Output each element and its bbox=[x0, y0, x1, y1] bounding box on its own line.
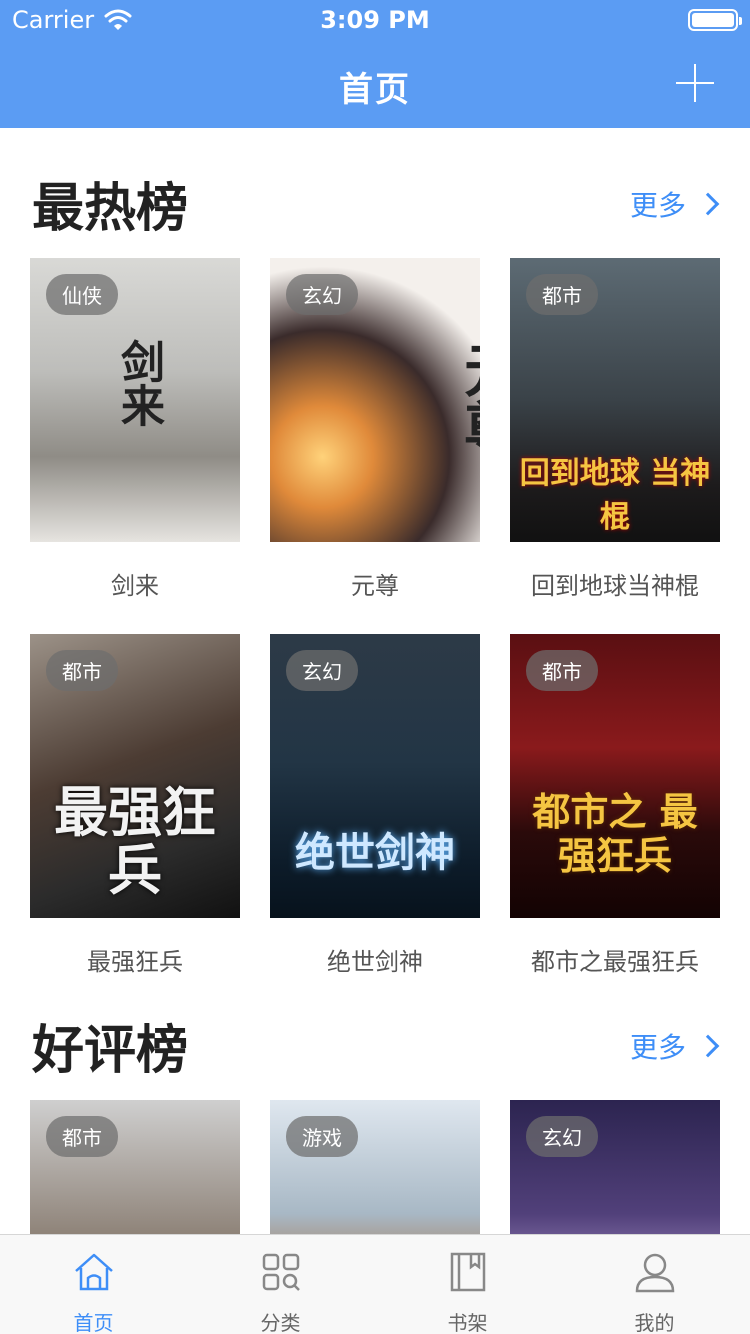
book-cover: 游戏 bbox=[270, 1100, 480, 1234]
book-card[interactable]: 回到地球 当神棍 都市 回到地球当神棍 bbox=[510, 258, 720, 601]
genre-tag: 仙侠 bbox=[46, 274, 118, 315]
navigation-bar: Carrier 3:09 PM 首页 bbox=[0, 0, 750, 128]
book-cover: 都市 bbox=[30, 1100, 240, 1234]
bookshelf-icon bbox=[450, 1252, 486, 1292]
book-card[interactable]: 元尊 玄幻 元尊 bbox=[270, 258, 480, 601]
cover-title-text: 回到地球 当神棍 bbox=[519, 456, 711, 535]
tab-profile[interactable]: 我的 bbox=[561, 1235, 748, 1334]
chevron-right-icon bbox=[696, 1034, 720, 1058]
book-title: 绝世剑神 bbox=[327, 948, 423, 976]
book-card[interactable]: 剑来 仙侠 剑来 bbox=[30, 258, 240, 601]
genre-tag: 游戏 bbox=[286, 1116, 358, 1157]
genre-tag: 玄幻 bbox=[526, 1116, 598, 1157]
genre-tag: 玄幻 bbox=[286, 274, 358, 315]
add-button[interactable] bbox=[676, 64, 714, 102]
tab-label: 书架 bbox=[447, 1311, 488, 1334]
tab-label: 首页 bbox=[73, 1311, 114, 1334]
book-title: 回到地球当神棍 bbox=[531, 572, 699, 600]
book-card[interactable]: 绝世剑神 玄幻 绝世剑神 bbox=[270, 634, 480, 977]
tab-label: 我的 bbox=[634, 1311, 675, 1334]
category-icon bbox=[262, 1253, 300, 1291]
book-cover: 剑来 仙侠 bbox=[30, 258, 240, 542]
battery-icon bbox=[688, 9, 742, 31]
genre-tag: 都市 bbox=[526, 274, 598, 315]
tab-category[interactable]: 分类 bbox=[187, 1235, 374, 1334]
book-card[interactable]: 玄幻 bbox=[510, 1100, 720, 1234]
home-icon bbox=[75, 1253, 113, 1291]
book-cover: 都市之 最强狂兵 都市 bbox=[510, 634, 720, 918]
tab-label: 分类 bbox=[260, 1311, 301, 1334]
book-cover: 回到地球 当神棍 都市 bbox=[510, 258, 720, 542]
book-card[interactable]: 游戏 bbox=[270, 1100, 480, 1234]
book-cover: 元尊 玄幻 bbox=[270, 258, 480, 542]
cover-title-text: 元尊 bbox=[454, 340, 480, 456]
more-label: 更多 bbox=[629, 1031, 686, 1064]
genre-tag: 玄幻 bbox=[286, 650, 358, 691]
book-title: 元尊 bbox=[351, 572, 399, 600]
genre-tag: 都市 bbox=[526, 650, 598, 691]
chevron-right-icon bbox=[696, 192, 720, 216]
tab-bookshelf[interactable]: 书架 bbox=[374, 1235, 561, 1334]
book-title: 最强狂兵 bbox=[87, 948, 183, 976]
book-cover: 绝世剑神 玄幻 bbox=[270, 634, 480, 918]
cover-title-text: 最强狂兵 bbox=[54, 781, 216, 902]
cover-title-text: 绝世剑神 bbox=[295, 830, 455, 876]
book-card[interactable]: 都市 bbox=[30, 1100, 240, 1234]
more-label: 更多 bbox=[629, 189, 686, 222]
status-bar: Carrier 3:09 PM bbox=[0, 0, 750, 40]
cover-title-text: 剑来 bbox=[113, 339, 164, 427]
tab-bar: 首页 分类 书架 我的 bbox=[0, 1234, 750, 1334]
book-title: 都市之最强狂兵 bbox=[531, 948, 699, 976]
page-title: 首页 bbox=[339, 70, 411, 110]
book-cover: 最强狂兵 都市 bbox=[30, 634, 240, 918]
genre-tag: 都市 bbox=[46, 1116, 118, 1157]
book-card[interactable]: 都市之 最强狂兵 都市 都市之最强狂兵 bbox=[510, 634, 720, 977]
status-time: 3:09 PM bbox=[320, 6, 430, 34]
book-cover: 玄幻 bbox=[510, 1100, 720, 1234]
section-title-top-rated: 好评榜 bbox=[32, 1021, 189, 1081]
main-content[interactable]: 最热榜 更多 剑来 仙侠 剑来 元尊 玄幻 元尊 回到地球 当神棍 都市 回到地… bbox=[0, 128, 750, 1234]
book-card[interactable]: 最强狂兵 都市 最强狂兵 bbox=[30, 634, 240, 977]
book-title: 剑来 bbox=[111, 572, 159, 600]
tab-home[interactable]: 首页 bbox=[0, 1235, 187, 1334]
cover-title-text: 都市之 最强狂兵 bbox=[532, 790, 698, 878]
genre-tag: 都市 bbox=[46, 650, 118, 691]
more-button-top-rated[interactable]: 更多 bbox=[629, 1026, 720, 1066]
profile-icon bbox=[635, 1253, 675, 1293]
section-title-hot: 最热榜 bbox=[32, 179, 189, 239]
more-button-hot[interactable]: 更多 bbox=[629, 184, 720, 224]
